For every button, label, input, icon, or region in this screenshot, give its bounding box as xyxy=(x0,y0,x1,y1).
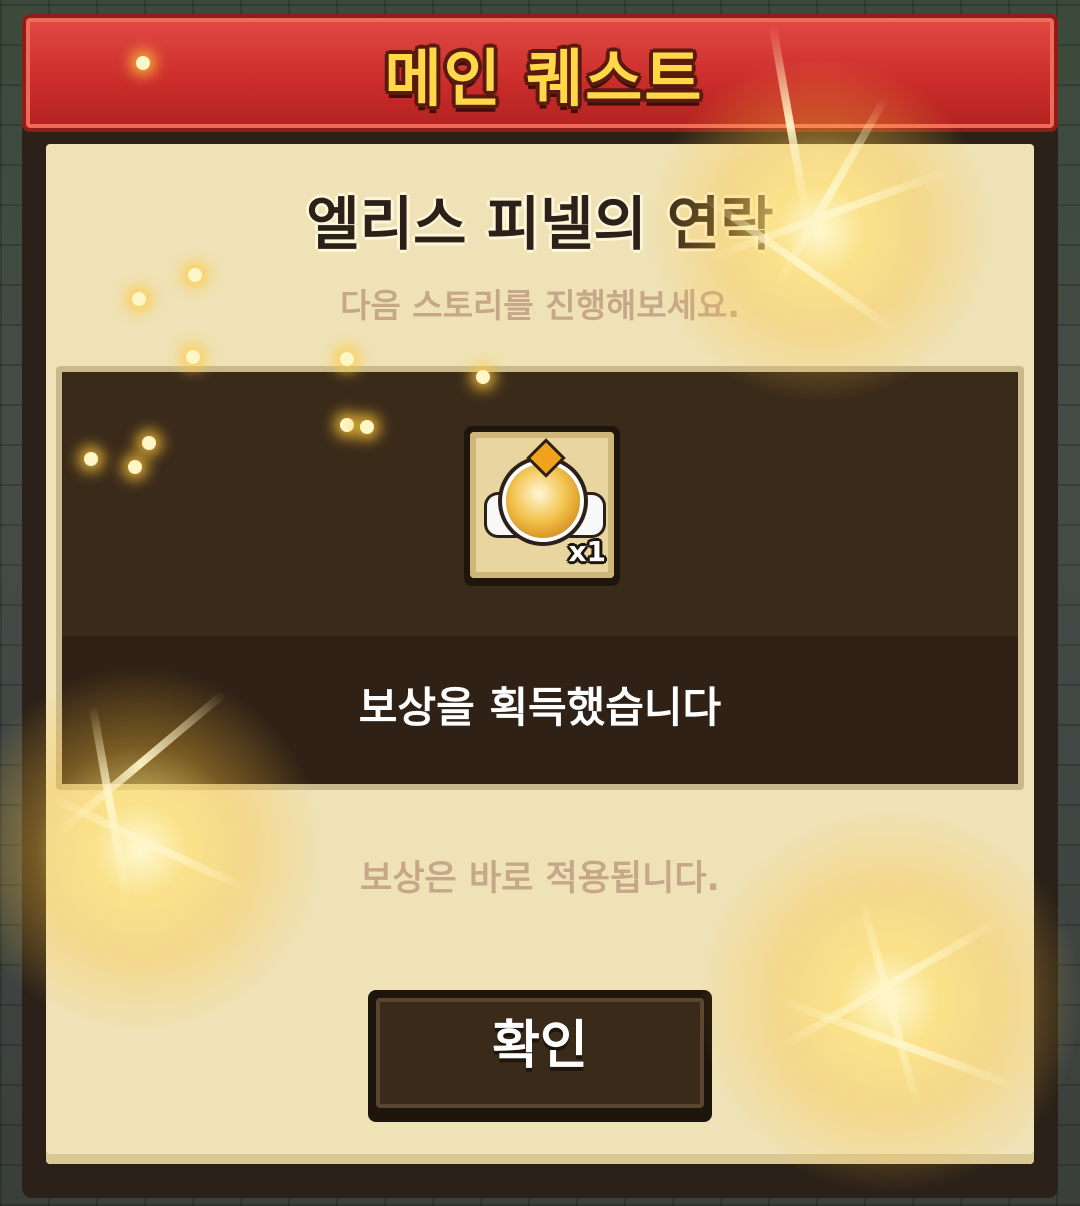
quest-title: 엘리스 피넬의 연락 xyxy=(306,190,774,258)
reward-message: 보상을 획득했습니다 xyxy=(358,683,722,732)
dialog-header-title: 메인 퀘스트 xyxy=(384,42,704,115)
reward-item-slot[interactable]: x1 xyxy=(464,426,620,586)
confirm-button-label: 확인 xyxy=(492,1016,588,1076)
reward-notice: 보상은 바로 적용됩니다. xyxy=(360,859,720,899)
reward-quantity: x1 xyxy=(568,535,606,568)
quest-subtitle: 다음 스토리를 진행해보세요. xyxy=(340,286,740,325)
dialog-header-banner: 메인 퀘스트 xyxy=(22,14,1058,132)
reward-item-frame: x1 xyxy=(470,432,614,578)
confirm-button[interactable]: 확인 xyxy=(368,990,712,1122)
